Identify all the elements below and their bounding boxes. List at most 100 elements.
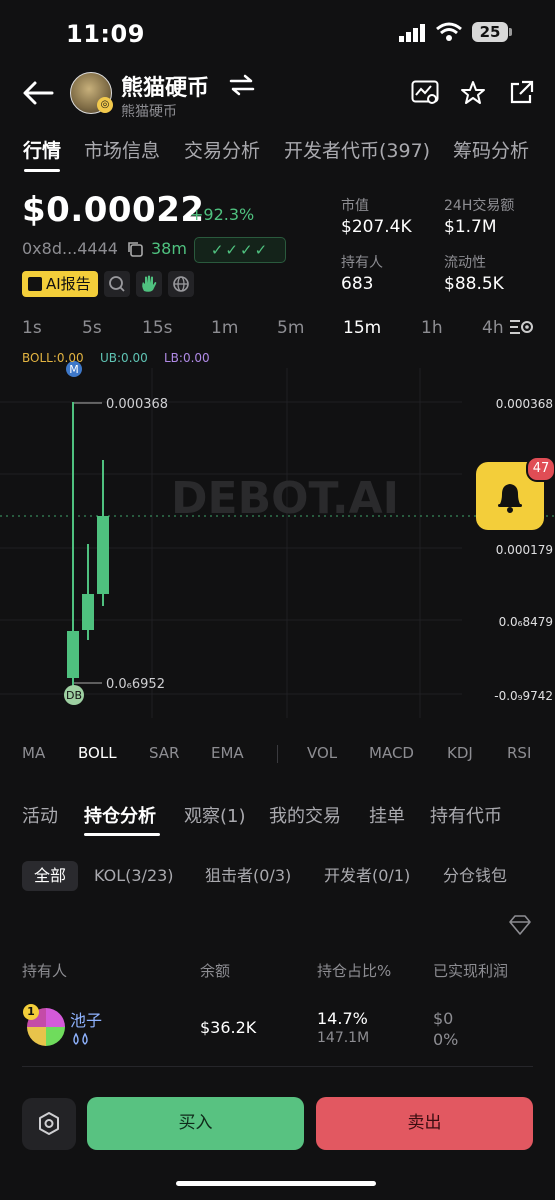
- copy-icon[interactable]: [126, 240, 144, 258]
- signal-icon: [399, 24, 427, 42]
- droplets-icon: [70, 1032, 92, 1048]
- liquidity-value: $88.5K: [444, 274, 504, 294]
- col-share[interactable]: 持仓占比%: [317, 960, 391, 981]
- marker-db-label: DB: [66, 689, 82, 702]
- interval-5m[interactable]: 5m: [277, 318, 304, 338]
- buy-button[interactable]: 买入: [87, 1097, 304, 1150]
- holder-name[interactable]: 池子: [70, 1007, 102, 1031]
- home-indicator[interactable]: [176, 1181, 376, 1186]
- switch-arrows-icon[interactable]: [229, 74, 255, 96]
- chart-settings-icon[interactable]: [508, 314, 536, 340]
- star-icon[interactable]: [460, 80, 486, 106]
- holder-balance: $36.2K: [200, 1018, 257, 1037]
- interval-4h[interactable]: 4h: [482, 318, 506, 338]
- indicator-ema[interactable]: EMA: [211, 744, 244, 762]
- filter-split-wallet[interactable]: 分仓钱包: [443, 861, 507, 891]
- wifi-icon: [436, 22, 462, 42]
- share-icon[interactable]: [508, 80, 534, 106]
- boll-lb-label: LB:0.00: [164, 351, 210, 365]
- active-tab-indicator: [24, 169, 60, 172]
- holders-value: 683: [341, 274, 374, 294]
- interval-15s[interactable]: 15s: [142, 318, 173, 338]
- interval-1h[interactable]: 1h: [421, 318, 443, 338]
- tab-held-tokens[interactable]: 持有代币: [430, 802, 502, 828]
- indicator-boll[interactable]: BOLL: [78, 744, 117, 762]
- market-cap-label: 市值: [341, 198, 369, 214]
- holder-share: 14.7%: [317, 1009, 368, 1028]
- chart-watermark: DEBOT.AI: [171, 473, 399, 524]
- filter-kol[interactable]: KOL(3/23): [94, 861, 174, 891]
- col-profit[interactable]: 已实现利润: [433, 960, 508, 981]
- holder-profit-pct: 0%: [433, 1030, 459, 1049]
- col-balance[interactable]: 余额: [200, 960, 230, 981]
- tab-chip-analysis[interactable]: 筹码分析: [453, 136, 529, 163]
- tab-market-info[interactable]: 市场信息: [84, 136, 160, 163]
- hand-wave-icon[interactable]: [136, 271, 162, 297]
- candle-2-body: [82, 594, 94, 630]
- token-name: 熊猫硬币: [121, 76, 210, 101]
- col-holder[interactable]: 持有人: [22, 960, 67, 981]
- hexagon-settings-icon: [39, 1112, 59, 1135]
- volume-value: $1.7M: [444, 217, 497, 237]
- tab-holding-analysis[interactable]: 持仓分析: [84, 802, 156, 828]
- indicator-kdj[interactable]: KDJ: [447, 744, 473, 762]
- sell-button[interactable]: 卖出: [316, 1097, 533, 1150]
- token-age: 38m: [151, 239, 187, 258]
- holders-label: 持有人: [341, 255, 383, 271]
- book-icon: [28, 277, 42, 291]
- diamond-icon[interactable]: [508, 914, 532, 936]
- high-label: 0.000368: [106, 397, 168, 412]
- indicator-macd[interactable]: MACD: [369, 744, 414, 762]
- tab-activity[interactable]: 活动: [22, 802, 58, 828]
- volume-label: 24H交易额: [444, 198, 515, 214]
- interval-15m[interactable]: 15m: [343, 318, 381, 338]
- battery-tip: [509, 28, 512, 36]
- indicator-ma[interactable]: MA: [22, 744, 45, 762]
- safety-checks[interactable]: ✓✓✓✓: [194, 237, 286, 263]
- chart-share-icon[interactable]: [411, 80, 439, 106]
- tab-dev-tokens[interactable]: 开发者代币(397): [284, 136, 430, 163]
- ai-report-button[interactable]: AI报告: [22, 271, 98, 297]
- token-subtitle: 熊猫硬币: [121, 104, 177, 120]
- tab-trade-analysis[interactable]: 交易分析: [184, 136, 260, 163]
- price-value: $0.00022: [22, 190, 205, 230]
- liquidity-label: 流动性: [444, 255, 486, 271]
- contract-address: 0x8d...4444: [22, 239, 118, 258]
- indicator-rsi[interactable]: RSI: [507, 744, 531, 762]
- filter-sniper[interactable]: 狙击者(0/3): [205, 861, 291, 891]
- filter-all[interactable]: 全部: [22, 861, 79, 891]
- holder-rank: 1: [23, 1004, 39, 1020]
- axis-label-2: 0.000179: [496, 543, 553, 557]
- low-label: 0.0₆6952: [106, 677, 165, 692]
- alert-count-badge: 47: [526, 456, 555, 482]
- active-subtab-indicator: [84, 833, 160, 836]
- boll-label: BOLL:0.00: [22, 351, 84, 365]
- back-arrow-icon[interactable]: [22, 80, 54, 106]
- filter-developer[interactable]: 开发者(0/1): [324, 861, 410, 891]
- price-change: +92.3%: [190, 205, 255, 224]
- chain-badge-icon: ◎: [97, 97, 113, 113]
- tab-my-trades[interactable]: 我的交易: [269, 802, 341, 828]
- indicator-divider: [277, 745, 278, 763]
- tab-orders[interactable]: 挂单: [369, 802, 405, 828]
- axis-label-1: 0.000368: [496, 397, 553, 411]
- battery-icon: 25: [472, 22, 508, 42]
- axis-label-3: 0.0₆8479: [499, 615, 553, 629]
- holder-amount: 147.1M: [317, 1030, 370, 1046]
- indicator-vol[interactable]: VOL: [307, 744, 337, 762]
- interval-1m[interactable]: 1m: [211, 318, 238, 338]
- status-time: 11:09: [66, 20, 145, 48]
- candle-3-body: [97, 516, 109, 594]
- indicator-sar[interactable]: SAR: [149, 744, 179, 762]
- row-divider: [22, 1066, 533, 1067]
- tab-market[interactable]: 行情: [23, 136, 61, 163]
- interval-5s[interactable]: 5s: [82, 318, 102, 338]
- trade-settings-button[interactable]: [22, 1098, 76, 1150]
- tab-watch[interactable]: 观察(1): [184, 802, 246, 828]
- search-icon[interactable]: [104, 271, 130, 297]
- ai-report-label: AI报告: [46, 275, 91, 293]
- price-chart[interactable]: DEBOT.AI 0.000368 0.0₆6952 M DB 0.000368…: [0, 348, 555, 736]
- globe-icon[interactable]: [168, 271, 194, 297]
- holder-profit: $0: [433, 1009, 454, 1028]
- interval-1s[interactable]: 1s: [22, 318, 42, 338]
